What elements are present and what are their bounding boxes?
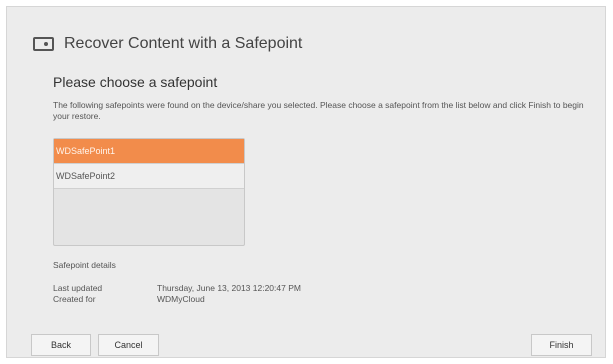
instructions-text: The following safepoints were found on t… [53,100,584,121]
safepoint-details-label: Safepoint details [53,260,116,270]
last-updated-row: Last updated Thursday, June 13, 2013 12:… [53,283,301,293]
last-updated-label: Last updated [53,283,103,293]
created-for-row: Created for WDMyCloud [53,294,205,304]
recover-dialog: Recover Content with a Safepoint Please … [6,6,606,358]
created-for-label: Created for [53,294,96,304]
section-heading: Please choose a safepoint [53,74,218,90]
safepoint-item-1[interactable]: WDSafePoint1 [54,139,244,164]
dialog-title: Recover Content with a Safepoint [64,35,303,52]
safepoint-list[interactable]: WDSafePoint1 WDSafePoint2 [53,138,245,246]
dialog-header: Recover Content with a Safepoint [33,35,302,53]
finish-button[interactable]: Finish [531,334,592,356]
cancel-button[interactable]: Cancel [98,334,159,356]
back-button[interactable]: Back [31,334,91,356]
safepoint-item-2[interactable]: WDSafePoint2 [54,164,244,189]
created-for-value: WDMyCloud [157,294,205,304]
drive-icon [33,37,54,51]
last-updated-value: Thursday, June 13, 2013 12:20:47 PM [157,283,301,293]
